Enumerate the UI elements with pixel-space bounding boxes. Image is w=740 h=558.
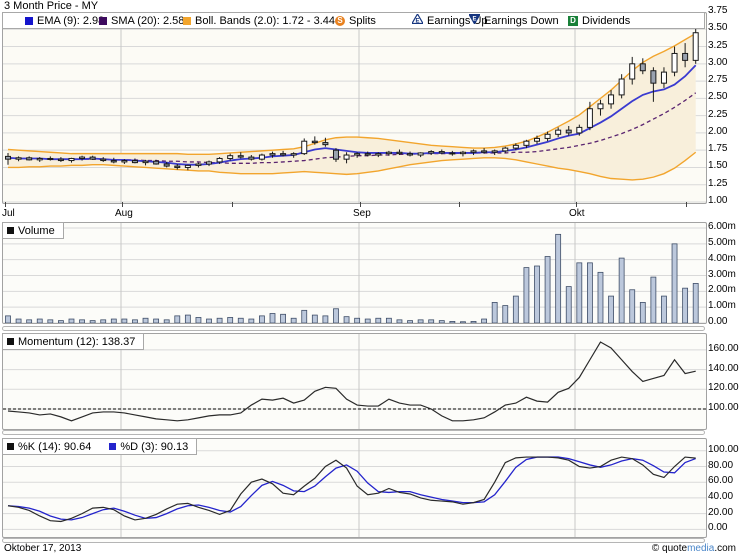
axis-label: 3.75 xyxy=(708,5,727,17)
axis-label: 3.25 xyxy=(708,40,727,52)
axis-label: 3.00m xyxy=(708,269,736,281)
axis-label: 2.00 xyxy=(708,126,727,138)
legend-item-boll: Boll. Bands (2.0): 1.72 - 3.44 xyxy=(183,14,335,27)
month-label: Sep xyxy=(353,208,371,219)
svg-text:E: E xyxy=(415,19,419,25)
time-tick xyxy=(686,202,687,207)
legend-item-dividends: D Dividends xyxy=(568,14,630,27)
bollinger-swatch-icon xyxy=(183,17,191,25)
legend-bar: EMA (9): 2.98 SMA (20): 2.58 Boll. Bands… xyxy=(2,12,705,29)
axis-label: 60.00 xyxy=(708,475,733,487)
panel-divider xyxy=(2,326,705,331)
axis-label: 1.50 xyxy=(708,160,727,172)
price-panel xyxy=(2,12,707,204)
momentum-swatch-icon xyxy=(7,338,14,345)
momentum-label: Momentum (12): 138.37 xyxy=(18,336,135,348)
legend-item-earnings-down: E Earnings Down xyxy=(469,14,559,27)
volume-label: Volume xyxy=(18,225,55,237)
legend-sma-label: SMA (20): 2.58 xyxy=(111,15,184,27)
axis-label: 1.00m xyxy=(708,300,736,312)
volume-swatch-icon xyxy=(7,227,14,234)
axis-label: 3.50 xyxy=(708,22,727,34)
copyright-pre: © quote xyxy=(652,543,687,554)
legend-ema-label: EMA (9): 2.98 xyxy=(37,15,104,27)
splits-icon: S xyxy=(335,16,345,26)
time-tick xyxy=(122,202,123,207)
dividends-icon: D xyxy=(568,16,578,26)
volume-plot xyxy=(3,223,706,323)
month-label: Aug xyxy=(115,208,133,219)
legend-earnings-down-label: Earnings Down xyxy=(484,15,559,27)
volume-label-box: Volume xyxy=(2,222,64,239)
time-tick xyxy=(5,202,6,207)
panel-divider xyxy=(2,430,705,435)
svg-text:E: E xyxy=(472,17,476,23)
ema-swatch-icon xyxy=(25,17,33,25)
legend-item-splits: S Splits xyxy=(335,14,376,27)
axis-label: 140.00 xyxy=(708,363,739,375)
axis-label: 3.00 xyxy=(708,57,727,69)
stoch-d-label: %D (3): 90.13 xyxy=(120,441,188,453)
axis-label: 2.25 xyxy=(708,109,727,121)
legend-dividends-label: Dividends xyxy=(582,15,630,27)
panel-divider xyxy=(2,538,705,543)
axis-label: 2.50 xyxy=(708,91,727,103)
footer-copyright: © quotemedia.com xyxy=(652,543,736,554)
time-tick xyxy=(459,202,460,207)
axis-label: 1.25 xyxy=(708,178,727,190)
axis-label: 0.00 xyxy=(708,316,727,328)
axis-label: 100.00 xyxy=(708,402,739,414)
volume-panel xyxy=(2,222,707,324)
stoch-k-label: %K (14): 90.64 xyxy=(18,441,91,453)
legend-splits-label: Splits xyxy=(349,15,376,27)
axis-label: 6.00m xyxy=(708,221,736,233)
axis-label: 4.00m xyxy=(708,253,736,265)
axis-label: 2.00m xyxy=(708,284,736,296)
time-tick xyxy=(232,202,233,207)
axis-label: 0.00 xyxy=(708,522,727,534)
month-label: Jul xyxy=(2,208,15,219)
axis-label: 100.00 xyxy=(708,444,739,456)
axis-label: 80.00 xyxy=(708,460,733,472)
momentum-label-box: Momentum (12): 138.37 xyxy=(2,333,144,350)
earnings-up-icon: E xyxy=(412,14,423,27)
earnings-down-icon: E xyxy=(469,14,480,27)
time-tick xyxy=(576,202,577,207)
price-plot xyxy=(3,13,706,203)
month-label: Okt xyxy=(569,208,585,219)
stock-chart-page: 3 Month Price - MY EMA (9): 2.98 SMA (20… xyxy=(0,0,740,558)
copyright-post: .com xyxy=(714,543,736,554)
page-title: 3 Month Price - MY xyxy=(4,0,98,12)
footer-date: Oktober 17, 2013 xyxy=(4,543,81,554)
legend-item-sma: SMA (20): 2.58 xyxy=(99,14,184,27)
axis-label: 120.00 xyxy=(708,382,739,394)
copyright-brand: media xyxy=(687,543,714,554)
sma-swatch-icon xyxy=(99,17,107,25)
time-tick xyxy=(360,202,361,207)
stoch-k-swatch-icon xyxy=(7,443,14,450)
axis-label: 5.00m xyxy=(708,237,736,249)
axis-label: 1.00 xyxy=(708,195,727,207)
axis-label: 1.75 xyxy=(708,143,727,155)
legend-item-ema: EMA (9): 2.98 xyxy=(25,14,104,27)
legend-boll-label: Boll. Bands (2.0): 1.72 - 3.44 xyxy=(195,15,335,27)
axis-label: 160.00 xyxy=(708,343,739,355)
axis-label: 20.00 xyxy=(708,507,733,519)
stoch-d-swatch-icon xyxy=(109,443,116,450)
axis-label: 2.75 xyxy=(708,74,727,86)
axis-label: 40.00 xyxy=(708,491,733,503)
stochastic-label-box: %K (14): 90.64 %D (3): 90.13 xyxy=(2,438,197,455)
time-axis: Jul Aug Sep Okt xyxy=(2,202,705,220)
